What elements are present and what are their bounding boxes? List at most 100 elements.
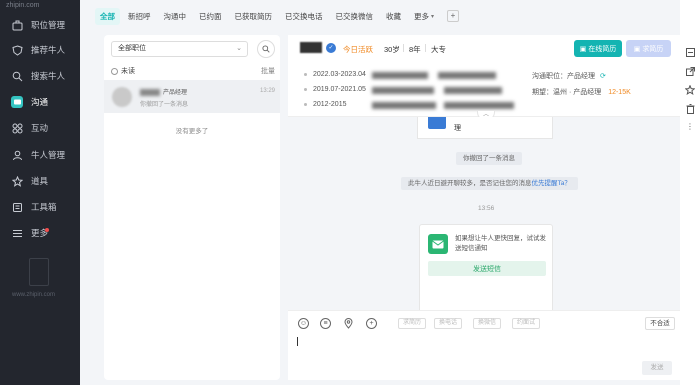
sidebar-item-job-management[interactable]: 职位管理 [0, 13, 80, 37]
blurred-company [372, 87, 434, 94]
send-sms-button[interactable]: 发送短信 [428, 261, 546, 276]
search-button[interactable] [257, 40, 275, 58]
divider [403, 44, 404, 52]
shield-icon [11, 44, 23, 56]
experience-period: 2022.03-2023.04 [313, 71, 366, 78]
verified-icon: ✓ [326, 43, 336, 53]
refresh-icon[interactable]: ⟳ [600, 73, 606, 80]
conversation-time: 13:29 [259, 88, 275, 94]
tab-resume-obtained[interactable]: 已获取简历 [235, 11, 273, 22]
location-icon[interactable] [343, 318, 354, 329]
resume-icon: ▣ [579, 45, 587, 53]
unread-radio[interactable] [111, 67, 118, 75]
chat-icon [11, 96, 23, 108]
bullet [304, 73, 307, 76]
emoji-icon[interactable]: ☺ [298, 318, 309, 329]
search-icon [11, 70, 23, 82]
sidebar-item-label: 搜索牛人 [31, 71, 66, 81]
experience-period: 2012-2015 [313, 101, 347, 108]
tab-more-label: 更多 [414, 11, 429, 21]
avatar [112, 87, 132, 107]
sidebar-item-label: 互动 [31, 123, 49, 133]
blurred-position [438, 72, 496, 79]
tab-favorites[interactable]: 收藏 [386, 11, 401, 22]
list-item[interactable]: 产品经理 你撤回了一条消息 13:29 [104, 80, 280, 113]
sidebar-item-more[interactable]: 更多 [0, 221, 80, 245]
sidebar-item-label: 道具 [31, 176, 49, 186]
experience-row: 2012-2015 [304, 101, 346, 108]
quick-request-resume-button[interactable]: 求简历 [398, 318, 427, 329]
watermark-text: zhipin.com [6, 2, 40, 9]
request-resume-button[interactable]: ▣ 求简历 [626, 40, 671, 57]
bullet [304, 88, 307, 91]
tab-phone-exchanged[interactable]: 已交换电话 [285, 11, 323, 22]
tab-communicating[interactable]: 沟通中 [164, 11, 187, 22]
blurred-school [372, 102, 436, 109]
sidebar-item-label: 牛人管理 [31, 150, 66, 160]
job-filter-select[interactable]: 全部职位 ⌄ [111, 41, 248, 57]
phrase-icon[interactable]: ≡ [320, 318, 331, 329]
request-resume-label: 求简历 [642, 45, 664, 53]
share-icon[interactable] [685, 47, 695, 57]
blurred-company [372, 72, 428, 79]
sidebar-item-interaction[interactable]: 互动 [0, 116, 80, 140]
conversation-list-panel: 全部职位 ⌄ 未读 批量 产品经理 你撤回了一条消息 13:29 没有更多了 [104, 35, 280, 380]
person-icon [11, 149, 23, 161]
send-button[interactable]: 发送 [642, 361, 672, 375]
no-more-text: 没有更多了 [175, 128, 209, 135]
qr-placeholder [29, 258, 49, 286]
tab-new-greeting[interactable]: 新招呼 [128, 11, 151, 22]
left-sidebar: zhipin.com 职位管理 推荐牛人 搜索牛人 沟通 互动 牛人管理 道具 … [0, 0, 80, 385]
not-suitable-button[interactable]: 不合适 [645, 317, 675, 330]
quick-schedule-interview-button[interactable]: 约面试 [512, 318, 541, 329]
star-icon[interactable] [685, 85, 695, 95]
add-tab-button[interactable]: + [447, 10, 460, 22]
unread-filter[interactable]: 未读 [111, 66, 135, 76]
trash-icon[interactable] [685, 104, 695, 114]
tab-wechat-exchanged[interactable]: 已交换微信 [336, 11, 374, 22]
filter-tabs: 全部 新招呼 沟通中 已约面 已获取简历 已交换电话 已交换微信 收藏 更多 ▾… [95, 7, 460, 25]
sidebar-item-chat[interactable]: 沟通 [0, 90, 80, 114]
sidebar-item-props[interactable]: 道具 [0, 169, 80, 193]
communication-job: 沟通职位：产品经理 ⟳ [532, 71, 606, 81]
candidate-age: 30岁 [384, 45, 400, 54]
divider [425, 44, 426, 52]
conversation-job: 产品经理 [163, 90, 188, 96]
sidebar-item-label: 沟通 [31, 97, 49, 107]
reminder-notice: 此牛人近日避开聊较多，是否记住您的消息优先提醒Ta？ [401, 177, 578, 190]
experience-row: 2019.07-2021.05 [304, 86, 366, 93]
grid-icon [11, 122, 23, 134]
communication-job-value: 产品经理 [567, 73, 595, 80]
bullet [304, 103, 307, 106]
message-input[interactable] [296, 335, 666, 359]
chevron-down-icon: ⌄ [236, 45, 242, 52]
message-card-partial: 理 [417, 117, 553, 139]
reminder-link[interactable]: 优先提醒Ta？ [532, 180, 571, 187]
plus-icon[interactable]: + [366, 318, 377, 329]
sidebar-item-toolbox[interactable]: 工具箱 [0, 195, 80, 219]
tab-more[interactable]: 更多 ▾ [414, 11, 434, 22]
tab-interview-scheduled[interactable]: 已约面 [199, 11, 222, 22]
candidate-name-blurred [300, 42, 322, 53]
sidebar-item-search[interactable]: 搜索牛人 [0, 64, 80, 88]
external-link-icon[interactable] [685, 66, 695, 76]
active-status: 今日活跃 [343, 45, 373, 54]
online-resume-button[interactable]: ▣ 在线简历 [574, 40, 622, 57]
sidebar-item-talent-management[interactable]: 牛人管理 [0, 143, 80, 167]
expect-label: 期望： [532, 89, 553, 96]
tab-all[interactable]: 全部 [95, 7, 120, 25]
batch-button[interactable]: 批量 [261, 66, 275, 76]
more-vertical-icon[interactable]: ⋮ [685, 121, 695, 131]
toolbox-icon [11, 201, 23, 213]
card-text: 理 [454, 125, 461, 132]
candidate-header: ✓ 今日活跃 30岁 8年 大专 ▣ 在线简历 ▣ 求简历 2022.03-20… [288, 35, 680, 121]
quick-exchange-wechat-button[interactable]: 换微信 [473, 318, 502, 329]
blurred-position [444, 87, 502, 94]
blurred-major [444, 102, 514, 109]
sidebar-item-recommend[interactable]: 推荐牛人 [0, 38, 80, 62]
expect-value: 温州 · 产品经理 [553, 89, 602, 96]
communication-job-label: 沟通职位： [532, 73, 567, 80]
conversation-name: 产品经理 [140, 87, 187, 96]
quick-exchange-phone-button[interactable]: 换电话 [434, 318, 463, 329]
sidebar-item-label: 推荐牛人 [31, 45, 66, 55]
